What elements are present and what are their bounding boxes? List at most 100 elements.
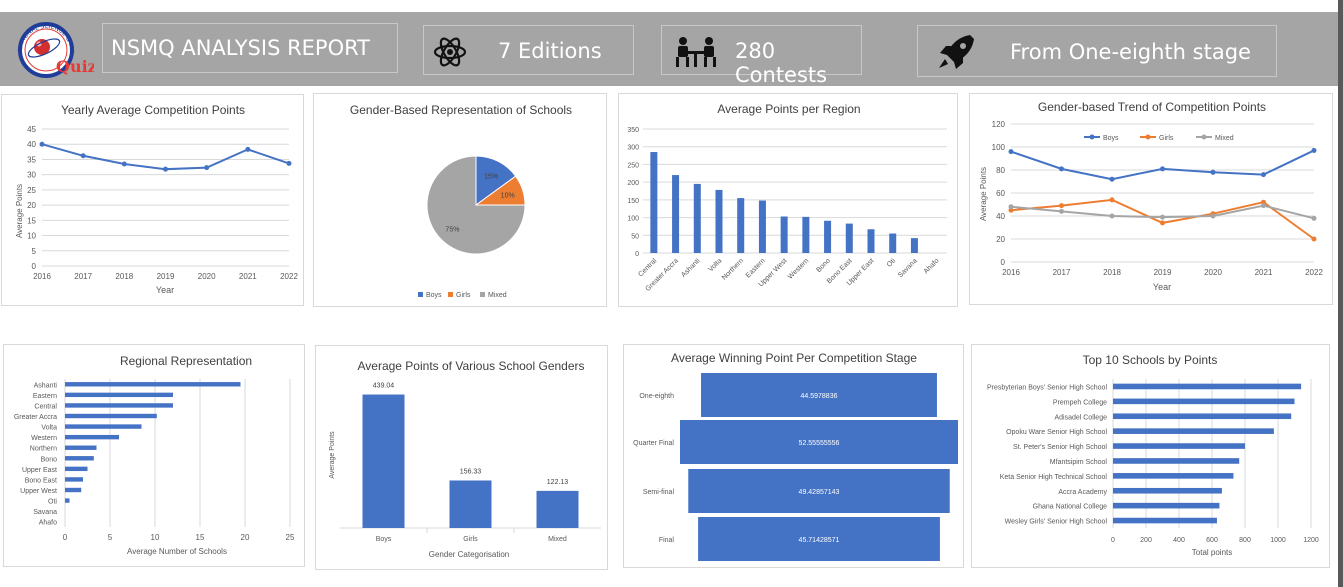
data-point [1059, 208, 1064, 214]
right-border [1338, 0, 1343, 587]
y-axis-label: Average Points [979, 167, 988, 221]
x-tick-label: 15 [196, 533, 205, 542]
data-point [1160, 214, 1165, 220]
legend-marker [1145, 134, 1151, 140]
bar [65, 434, 119, 440]
y-tick-label: 350 [627, 127, 639, 134]
y-tick-label: 20 [27, 201, 36, 210]
x-tick-label: 0 [63, 533, 68, 542]
x-tick-label: Northern [721, 257, 745, 281]
chart-title: Gender-Based Representation of Schools [350, 103, 572, 117]
atom-icon [433, 37, 467, 67]
x-tick-label: 2017 [1053, 268, 1071, 277]
x-tick-label: 2021 [1255, 268, 1273, 277]
bar [780, 216, 788, 253]
bar [65, 456, 94, 461]
y-tick-label: 25 [27, 186, 36, 195]
data-label: 439.04 [373, 383, 395, 390]
x-tick-label: Volta [707, 257, 723, 273]
x-tick-label: 800 [1239, 537, 1251, 544]
y-tick-label: Ashanti [34, 382, 58, 389]
bar [65, 392, 173, 398]
y-tick-label: 0 [32, 262, 37, 271]
x-tick-label: 600 [1206, 537, 1218, 544]
y-tick-label: 100 [992, 143, 1006, 152]
y-tick-label: Upper East [22, 467, 57, 474]
x-tick-label: 20 [241, 533, 250, 542]
y-tick-label: Western [31, 435, 57, 442]
y-tick-label: Accra Academy [1058, 489, 1107, 496]
chart-regional-representation: Regional Representation 0 5 10 15 20 25 Ashanti… [3, 344, 305, 567]
series-line [1010, 149, 1315, 181]
data-point [1059, 203, 1064, 209]
legend-swatch [480, 292, 485, 297]
data-point [204, 165, 210, 171]
x-tick-label: 10 [151, 533, 160, 542]
y-tick-label: 10 [27, 232, 36, 241]
y-tick-label: 250 [627, 162, 639, 169]
bar [802, 216, 810, 253]
data-point [286, 160, 292, 166]
bar [362, 394, 405, 528]
bar [758, 200, 766, 253]
stat-stage: From One-eighth stage [1010, 40, 1251, 64]
y-tick-label: 35 [27, 155, 36, 164]
legend-label: Girls [1159, 135, 1174, 142]
y-tick-label: 0 [1001, 258, 1006, 267]
y-tick-label: 120 [992, 120, 1006, 129]
legend-label: Boys [426, 292, 442, 299]
data-point [1109, 176, 1115, 182]
bar [1113, 413, 1292, 420]
y-tick-label: 5 [32, 247, 37, 256]
legend-label: Boys [1103, 135, 1119, 142]
nsmq-logo: NATIONAL SCIENCE & MATHS Quiz [10, 18, 94, 78]
x-tick-label: Ashanti [680, 257, 702, 279]
legend-label: Girls [456, 292, 471, 299]
x-tick-label: Central [637, 257, 658, 278]
x-tick-label: 2016 [33, 272, 51, 281]
data-point [1059, 166, 1064, 172]
data-point [1008, 149, 1014, 155]
y-tick-label: 50 [631, 233, 639, 240]
x-tick-label: 2016 [1002, 268, 1020, 277]
data-point [80, 153, 86, 159]
x-tick-label: 1200 [1303, 537, 1319, 544]
x-tick-label: 400 [1173, 537, 1185, 544]
legend-swatch [418, 292, 423, 297]
bar [889, 233, 897, 253]
y-axis-label: Average Points [329, 431, 336, 479]
data-point [39, 141, 45, 147]
stat-tile-contests: 280 Contests [661, 25, 862, 87]
legend-swatch [448, 292, 453, 297]
y-tick-label: Semi-final [643, 489, 675, 496]
x-tick-label: Mixed [548, 536, 567, 543]
y-tick-label: Presbyterian Boys' Senior High School [987, 384, 1107, 391]
logo-text: Quiz [56, 57, 94, 76]
data-point [1109, 213, 1115, 219]
y-tick-label: Eastern [33, 393, 57, 400]
bar [1113, 487, 1222, 494]
bar [715, 189, 723, 253]
y-tick-label: 45 [27, 125, 36, 134]
bar [65, 445, 97, 450]
y-tick-label: 150 [627, 198, 639, 205]
data-point [1210, 213, 1216, 219]
data-point [1008, 204, 1014, 210]
x-tick-label: 0 [1111, 537, 1115, 544]
data-point [1160, 220, 1165, 226]
chart-stage-funnel: Average Winning Point Per Competition St… [623, 344, 964, 568]
data-point [121, 161, 127, 167]
legend-marker [1089, 134, 1095, 140]
series-line [41, 143, 290, 171]
chart-title: Average Points per Region [717, 102, 860, 116]
x-tick-label: 2019 [157, 272, 175, 281]
y-tick-label: Bono [41, 456, 57, 463]
chart-title: Gender-based Trend of Competition Points [1038, 100, 1266, 114]
bar [1113, 428, 1274, 434]
chart-title: Regional Representation [120, 354, 252, 368]
x-tick-label: 2022 [1305, 268, 1323, 277]
x-tick-label: 2021 [239, 272, 257, 281]
stat-tile-stage: From One-eighth stage [917, 25, 1277, 77]
bar [65, 466, 88, 472]
data-point [163, 166, 168, 172]
